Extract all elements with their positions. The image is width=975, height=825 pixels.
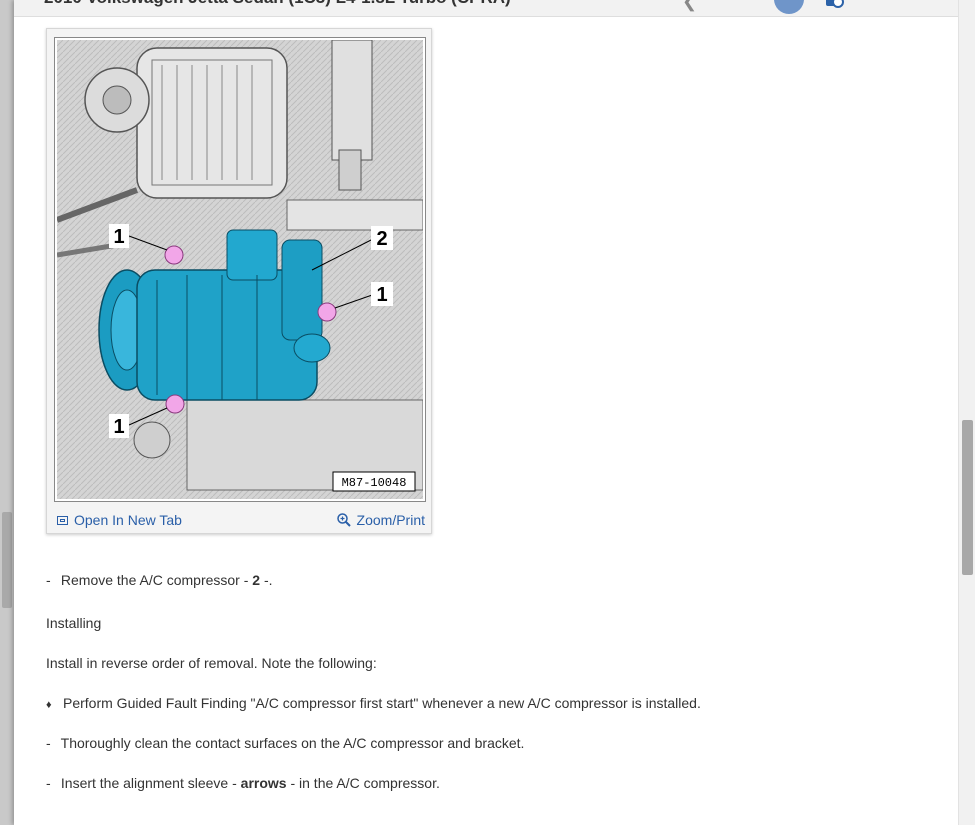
step-dash: - [46, 735, 51, 751]
callout-label-1a: 1 [113, 226, 124, 248]
step-text: Thoroughly clean the contact surfaces on… [60, 735, 525, 751]
step-dash: - [46, 572, 51, 588]
installing-heading: Installing [46, 615, 102, 631]
figure-id: M87-10048 [342, 476, 407, 490]
left-background-strip [0, 0, 14, 825]
bullet-text: Perform Guided Fault Finding "A/C compre… [63, 695, 701, 711]
step-bold-ref: 2 [252, 572, 261, 588]
open-in-new-tab-label: Open In New Tab [74, 512, 182, 528]
step-remove-compressor: - Remove the A/C compressor - 2 -. [46, 572, 273, 588]
vertical-scrollbar[interactable] [958, 0, 975, 825]
zoom-icon [336, 513, 351, 527]
bolt-marker-bottom [165, 394, 185, 414]
callout-label-1b: 1 [376, 284, 387, 306]
bullet-diamond-icon: ♦ [46, 699, 52, 711]
ac-compressor-diagram: 1 2 1 1 M87-10048 [57, 40, 423, 499]
step-suffix: - in the A/C compressor. [286, 775, 440, 791]
document-header: 2010 Volkswagen Jetta Sedan (1C3) L4-1.8… [14, 0, 958, 17]
bullet-guided-fault-finding: ♦ Perform Guided Fault Finding "A/C compr… [46, 695, 701, 711]
page-title: 2010 Volkswagen Jetta Sedan (1C3) L4-1.8… [44, 0, 511, 8]
zoom-print-link[interactable]: Zoom/Print [336, 512, 425, 528]
figure-footer: Open In New Tab Zoom/Print [47, 507, 431, 533]
background-scrollbar-thumb[interactable] [2, 512, 12, 608]
callout-label-2: 2 [376, 228, 387, 250]
step-text: Insert the alignment sleeve - [60, 775, 241, 791]
bolt-marker-right [317, 302, 337, 322]
bolt-marker-top [164, 245, 184, 265]
document-search-icon[interactable] [826, 0, 844, 8]
back-arrow-icon[interactable]: ❮ [682, 0, 697, 12]
figure-image-frame[interactable]: 1 2 1 1 M87-10048 [54, 37, 426, 502]
scrollbar-thumb[interactable] [962, 420, 973, 575]
step-text: Remove the A/C compressor - [60, 572, 253, 588]
step-dash: - [46, 775, 51, 791]
figure-container: 1 2 1 1 M87-10048 Open In New Tab Zoom/P… [46, 28, 432, 534]
document-panel: 2010 Volkswagen Jetta Sedan (1C3) L4-1.8… [14, 0, 958, 825]
step-suffix: -. [260, 572, 273, 588]
open-in-new-tab-link[interactable]: Open In New Tab [57, 512, 182, 528]
install-note: Install in reverse order of removal. Not… [46, 655, 377, 671]
user-avatar[interactable] [774, 0, 804, 14]
zoom-print-label: Zoom/Print [356, 512, 425, 528]
step-bold-ref: arrows [240, 775, 287, 791]
step-insert-sleeve: - Insert the alignment sleeve - arrows -… [46, 775, 440, 791]
new-tab-icon [57, 515, 68, 525]
callout-label-1c: 1 [113, 416, 124, 438]
step-clean-surfaces: - Thoroughly clean the contact surfaces … [46, 735, 524, 751]
